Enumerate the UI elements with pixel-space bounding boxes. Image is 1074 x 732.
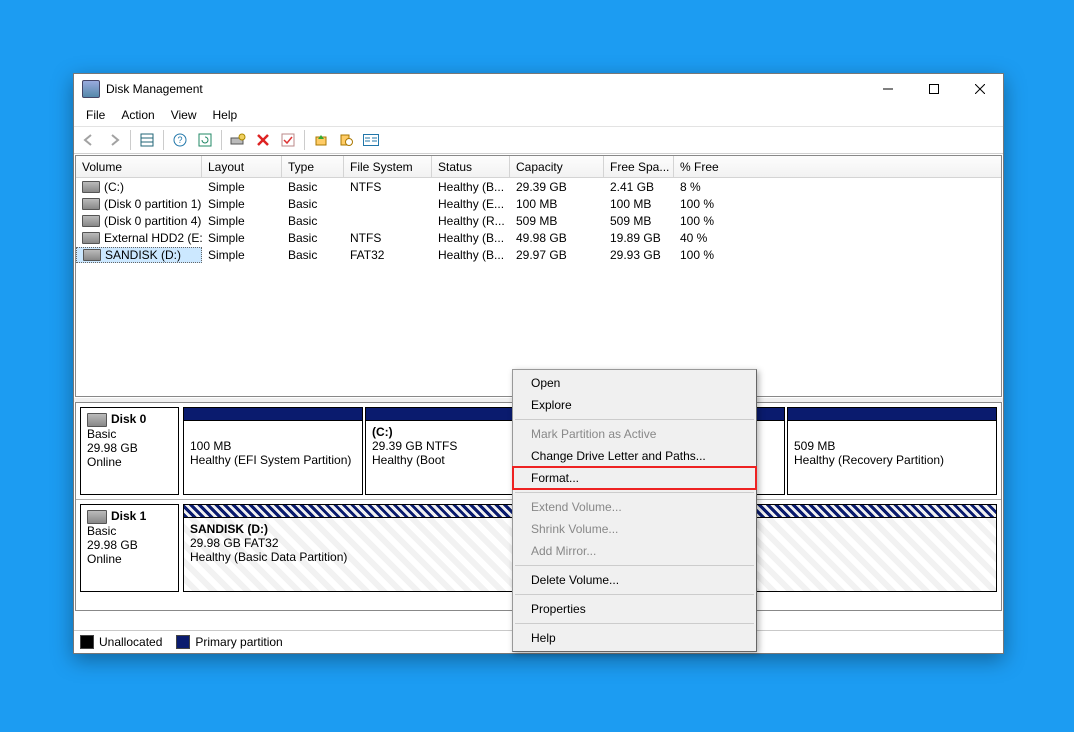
back-icon[interactable] bbox=[77, 128, 101, 152]
ctx-mark-active: Mark Partition as Active bbox=[513, 423, 756, 445]
col-pctfree[interactable]: % Free bbox=[674, 156, 744, 177]
ctx-add-mirror: Add Mirror... bbox=[513, 540, 756, 562]
ctx-shrink-volume: Shrink Volume... bbox=[513, 518, 756, 540]
disk-icon bbox=[87, 510, 107, 524]
col-status[interactable]: Status bbox=[432, 156, 510, 177]
check-icon[interactable] bbox=[276, 128, 300, 152]
disk-icon bbox=[87, 413, 107, 427]
menu-file[interactable]: File bbox=[78, 106, 113, 124]
menu-action[interactable]: Action bbox=[113, 106, 162, 124]
volume-row[interactable]: (Disk 0 partition 1) SimpleBasicHealthy … bbox=[76, 195, 1001, 212]
titlebar: Disk Management bbox=[74, 74, 1003, 104]
volume-icon bbox=[82, 198, 100, 210]
ctx-properties[interactable]: Properties bbox=[513, 598, 756, 620]
menu-view[interactable]: View bbox=[163, 106, 205, 124]
ctx-extend-volume: Extend Volume... bbox=[513, 496, 756, 518]
volume-row[interactable]: (C:) Simple Basic NTFS Healthy (B... 29.… bbox=[76, 178, 1001, 195]
help-icon[interactable]: ? bbox=[168, 128, 192, 152]
ctx-open[interactable]: Open bbox=[513, 372, 756, 394]
column-headers[interactable]: Volume Layout Type File System Status Ca… bbox=[76, 156, 1001, 178]
minimize-button[interactable] bbox=[865, 74, 911, 104]
legend-unallocated: Unallocated bbox=[80, 635, 162, 650]
partition-bar bbox=[184, 408, 362, 421]
disk-info[interactable]: Disk 1 Basic 29.98 GB Online bbox=[80, 504, 179, 592]
delete-icon[interactable] bbox=[251, 128, 275, 152]
window-title: Disk Management bbox=[106, 82, 865, 96]
refresh-icon[interactable] bbox=[193, 128, 217, 152]
list-view-icon[interactable] bbox=[135, 128, 159, 152]
properties-icon[interactable] bbox=[334, 128, 358, 152]
disk-settings-icon[interactable] bbox=[226, 128, 250, 152]
maximize-button[interactable] bbox=[911, 74, 957, 104]
context-menu: Open Explore Mark Partition as Active Ch… bbox=[512, 369, 757, 652]
col-capacity[interactable]: Capacity bbox=[510, 156, 604, 177]
app-icon bbox=[82, 80, 100, 98]
volume-row[interactable]: External HDD2 (E:) SimpleBasicNTFSHealth… bbox=[76, 229, 1001, 246]
col-freespace[interactable]: Free Spa... bbox=[604, 156, 674, 177]
volume-icon bbox=[83, 249, 101, 261]
menu-help[interactable]: Help bbox=[205, 106, 246, 124]
ctx-delete-volume[interactable]: Delete Volume... bbox=[513, 569, 756, 591]
close-button[interactable] bbox=[957, 74, 1003, 104]
col-volume[interactable]: Volume bbox=[76, 156, 202, 177]
disk-management-window: Disk Management File Action View Help ? … bbox=[73, 73, 1004, 654]
partition-bar bbox=[788, 408, 996, 421]
toolbar: ? bbox=[74, 127, 1003, 154]
col-type[interactable]: Type bbox=[282, 156, 344, 177]
volume-row-selected[interactable]: SANDISK (D:) SimpleBasicFAT32Healthy (B.… bbox=[76, 246, 1001, 263]
details-icon[interactable] bbox=[359, 128, 383, 152]
volume-icon bbox=[82, 232, 100, 244]
partition[interactable]: 509 MBHealthy (Recovery Partition) bbox=[787, 407, 997, 495]
ctx-format[interactable]: Format... bbox=[513, 467, 756, 489]
volume-list: Volume Layout Type File System Status Ca… bbox=[75, 155, 1002, 397]
menubar: File Action View Help bbox=[74, 104, 1003, 127]
svg-text:?: ? bbox=[177, 135, 182, 145]
disk-info[interactable]: Disk 0 Basic 29.98 GB Online bbox=[80, 407, 179, 495]
ctx-explore[interactable]: Explore bbox=[513, 394, 756, 416]
volume-icon bbox=[82, 181, 100, 193]
col-layout[interactable]: Layout bbox=[202, 156, 282, 177]
partition[interactable]: 100 MBHealthy (EFI System Partition) bbox=[183, 407, 363, 495]
legend-primary: Primary partition bbox=[176, 635, 282, 650]
col-filesystem[interactable]: File System bbox=[344, 156, 432, 177]
ctx-change-drive-letter[interactable]: Change Drive Letter and Paths... bbox=[513, 445, 756, 467]
forward-icon[interactable] bbox=[102, 128, 126, 152]
volume-row[interactable]: (Disk 0 partition 4) SimpleBasicHealthy … bbox=[76, 212, 1001, 229]
volume-icon bbox=[82, 215, 100, 227]
ctx-help[interactable]: Help bbox=[513, 627, 756, 649]
eject-icon[interactable] bbox=[309, 128, 333, 152]
